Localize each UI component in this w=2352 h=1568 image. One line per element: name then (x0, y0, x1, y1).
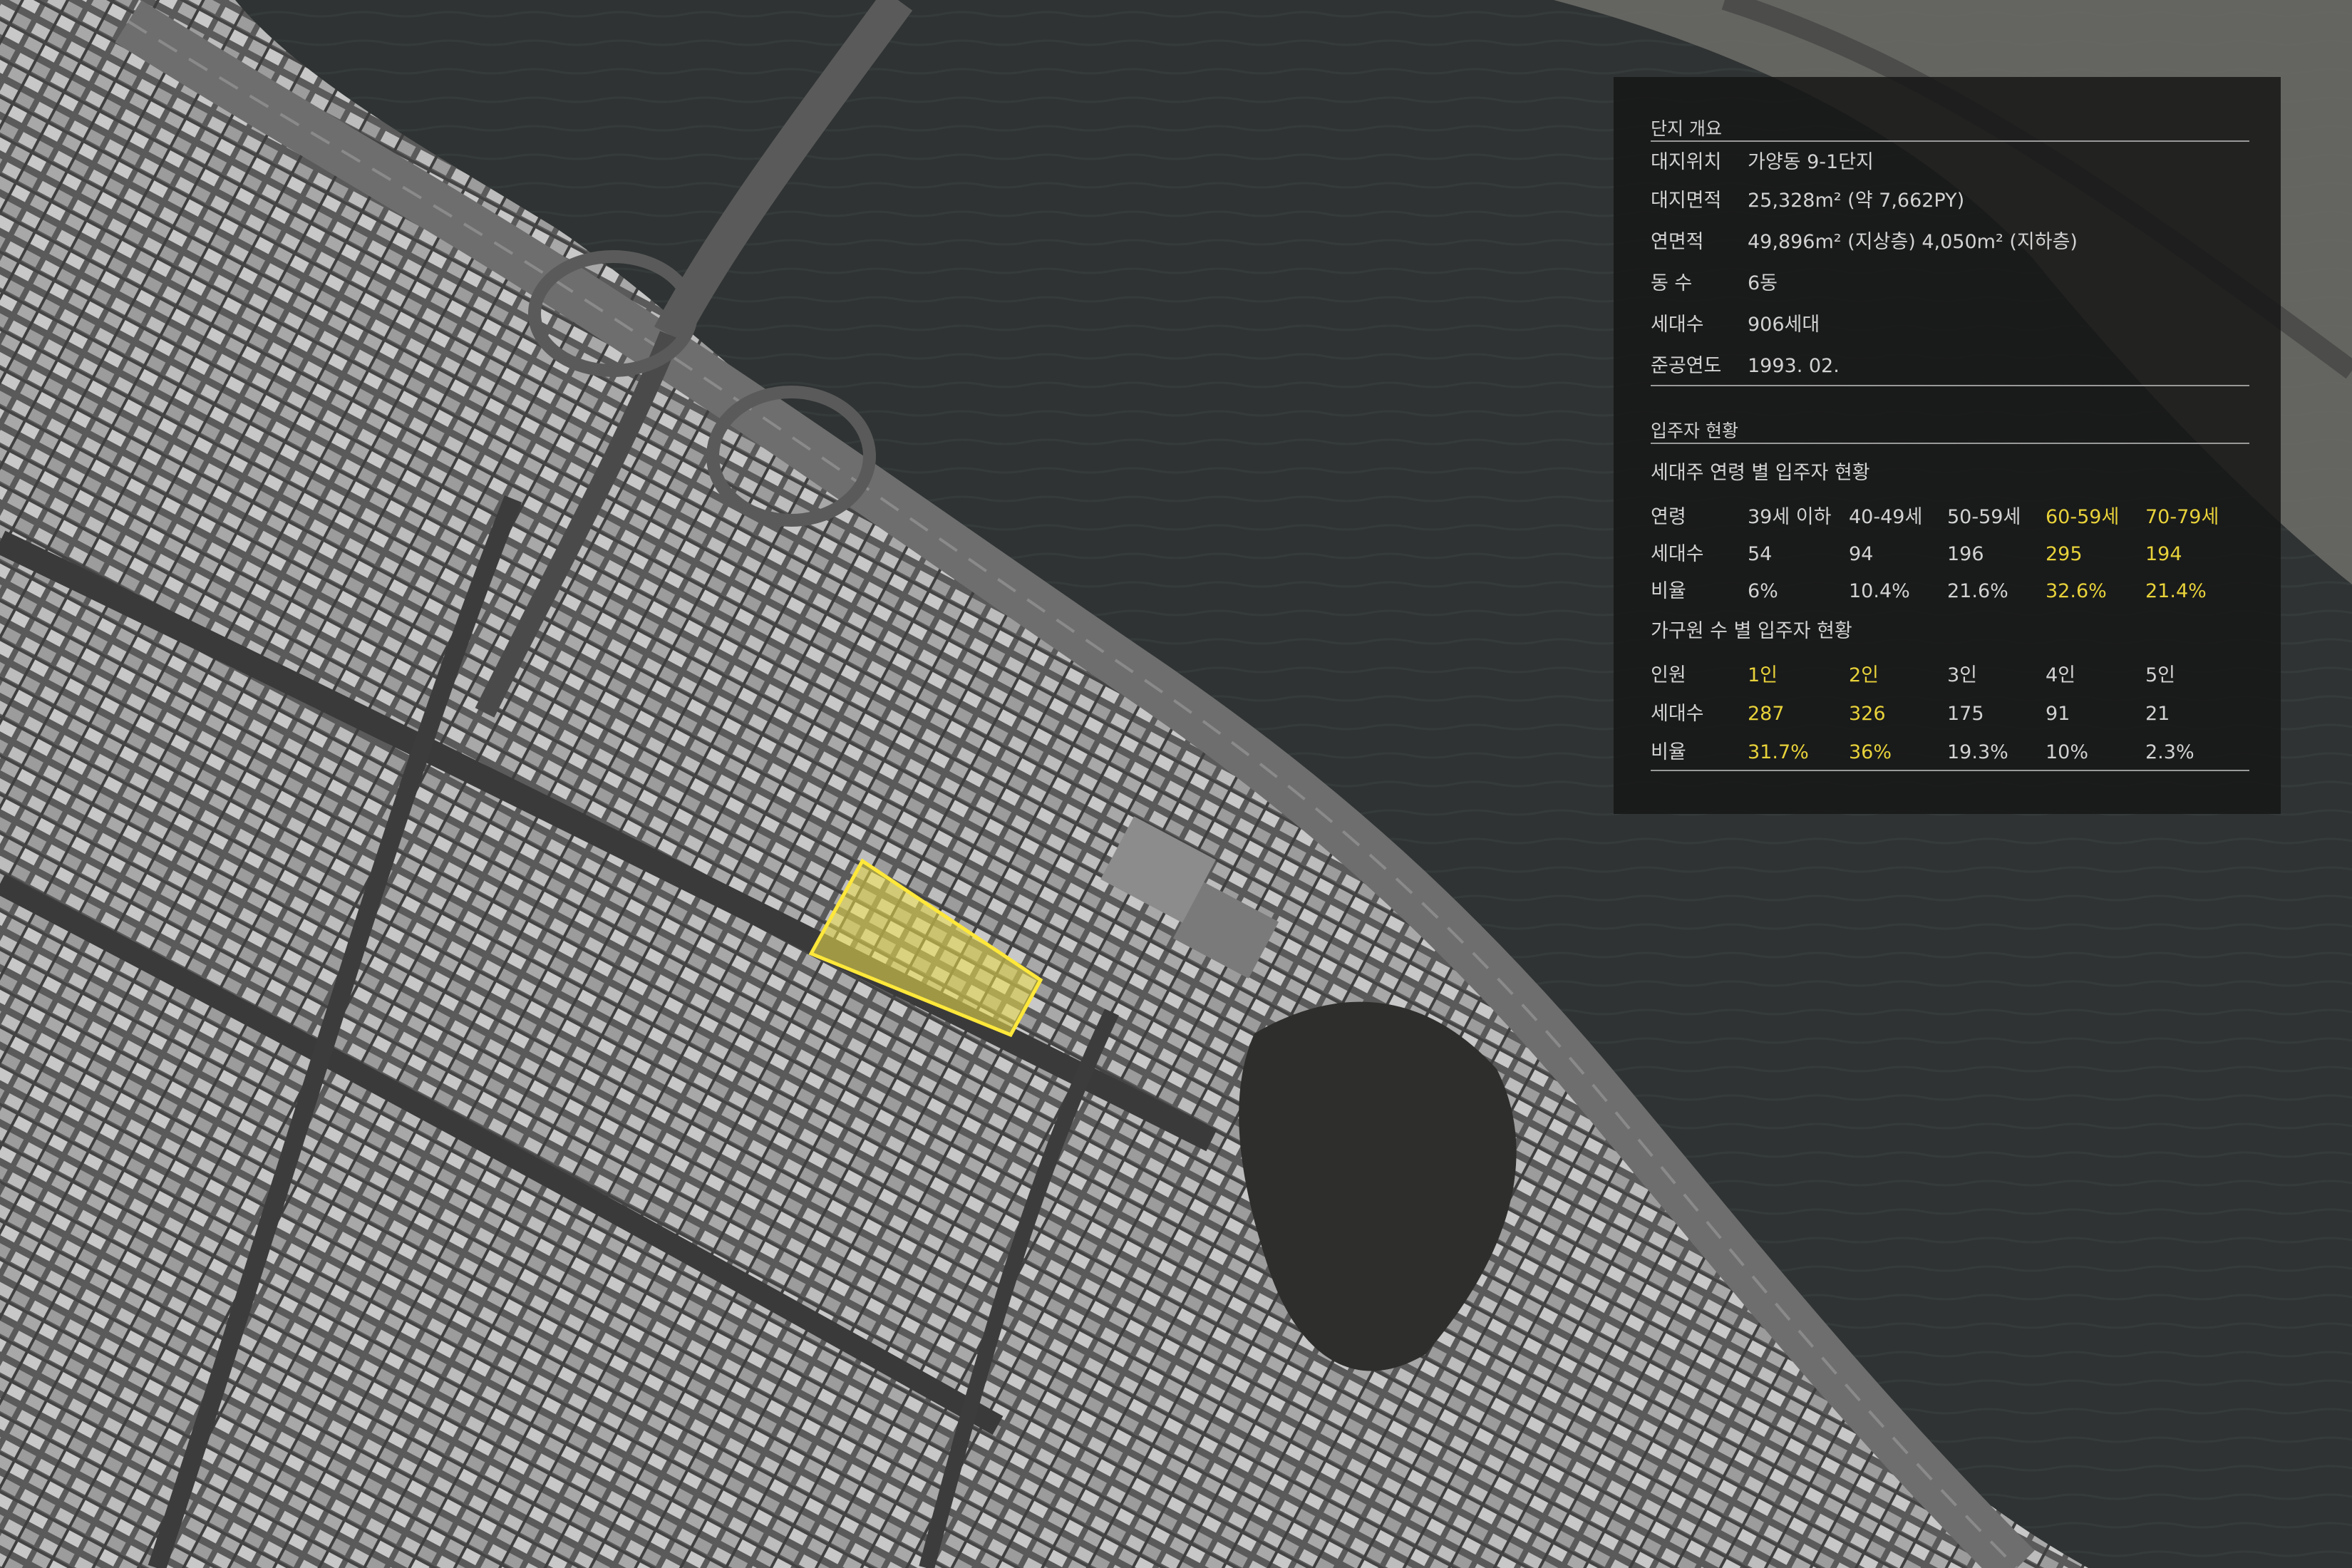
size-table-cell: 287 (1748, 703, 1785, 725)
age-table-cell: 32.6% (2046, 580, 2107, 602)
size-table-cell: 2인 (1849, 664, 1879, 686)
overview-value-completion: 1993. 02. (1748, 355, 1840, 377)
age-table-row-label: 비율 (1651, 580, 1686, 602)
overview-label-households: 세대수 (1651, 314, 1704, 336)
overview-value-location: 가양동 9-1단지 (1748, 151, 1874, 173)
overview-label-site-area: 대지면적 (1651, 190, 1722, 212)
age-table-row-label: 세대수 (1651, 543, 1704, 565)
size-table-cell: 31.7% (1748, 741, 1809, 763)
overview-value-households: 906세대 (1748, 314, 1820, 336)
age-table-cell: 6% (1748, 580, 1778, 602)
overview-title: 단지 개요 (1651, 120, 2249, 142)
age-table-cell: 10.4% (1849, 580, 1910, 602)
residents-title: 입주자 현황 (1651, 422, 2249, 444)
age-table-cell: 196 (1947, 543, 1984, 565)
size-table-title: 가구원 수 별 입주자 현황 (1651, 620, 1852, 642)
overview-divider (1651, 385, 2249, 386)
overview-label-floor-area: 연면적 (1651, 231, 1704, 253)
size-table-row-label: 세대수 (1651, 703, 1704, 725)
size-table-cell: 1인 (1748, 664, 1778, 686)
age-table-cell: 40-49세 (1849, 506, 1923, 528)
size-table-cell: 36% (1849, 741, 1892, 763)
size-table-row-label: 비율 (1651, 741, 1686, 763)
overview-label-buildings: 동 수 (1651, 272, 1693, 294)
info-panel: 단지 개요 대지위치 가양동 9-1단지 대지면적 25,328m² (약 7,… (1614, 77, 2281, 814)
size-table-cell: 10% (2046, 741, 2089, 763)
age-table-row-label: 연령 (1651, 506, 1686, 528)
age-table-cell: 39세 이하 (1748, 506, 1832, 528)
size-table-cell: 175 (1947, 703, 1984, 725)
size-table-cell: 3인 (1947, 664, 1978, 686)
age-table-cell: 295 (2046, 543, 2083, 565)
residents-divider (1651, 770, 2249, 771)
size-table-cell: 326 (1849, 703, 1886, 725)
size-table-cell: 5인 (2145, 664, 2176, 686)
age-table-cell: 21.4% (2145, 580, 2207, 602)
size-table-cell: 91 (2046, 703, 2070, 725)
overview-value-site-area: 25,328m² (약 7,662PY) (1748, 190, 1965, 212)
size-table-cell: 19.3% (1947, 741, 2008, 763)
age-table-cell: 21.6% (1947, 580, 2008, 602)
age-table-cell: 94 (1849, 543, 1874, 565)
overview-value-floor-area: 49,896m² (지상층) 4,050m² (지하층) (1748, 231, 2078, 253)
overview-label-completion: 준공연도 (1651, 355, 1722, 377)
age-table-cell: 54 (1748, 543, 1773, 565)
overview-value-buildings: 6동 (1748, 272, 1778, 294)
size-table-cell: 2.3% (2145, 741, 2194, 763)
age-table-title: 세대주 연령 별 입주자 현황 (1651, 462, 1870, 484)
age-table-cell: 194 (2145, 543, 2182, 565)
age-table-cell: 70-79세 (2145, 506, 2219, 528)
size-table-row-label: 인원 (1651, 664, 1686, 686)
size-table-cell: 4인 (2046, 664, 2076, 686)
age-table-cell: 60-59세 (2046, 506, 2120, 528)
overview-label-location: 대지위치 (1651, 151, 1722, 173)
size-table-cell: 21 (2145, 703, 2170, 725)
age-table-cell: 50-59세 (1947, 506, 2021, 528)
